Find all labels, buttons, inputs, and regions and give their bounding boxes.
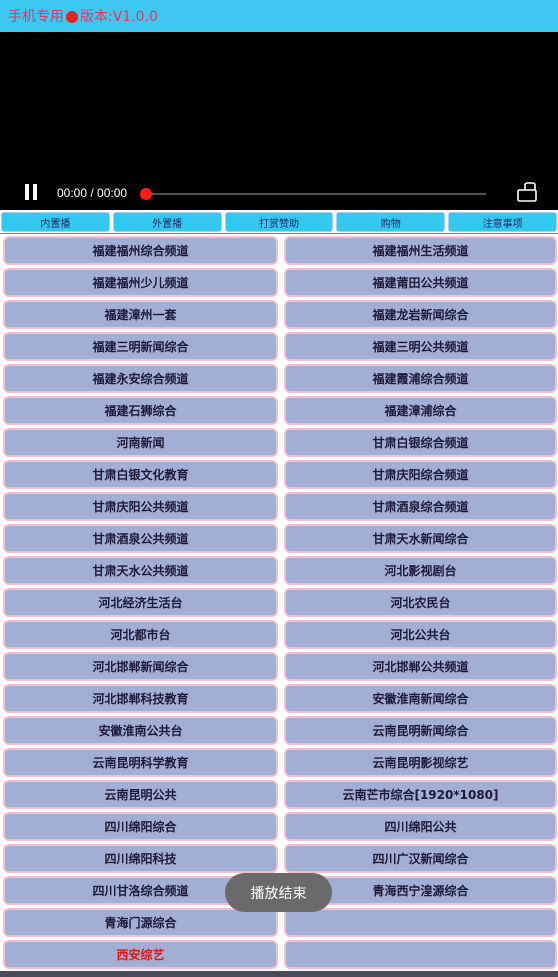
channel-button[interactable]: 福建龙岩新闻综合 <box>284 300 557 329</box>
channel-button[interactable]: 安徽淮南公共台 <box>3 716 278 745</box>
channel-button[interactable]: 甘肃白银综合频道 <box>284 428 557 457</box>
channel-button[interactable]: 云南昆明公共 <box>3 780 278 809</box>
channel-button[interactable]: 甘肃天水公共频道 <box>3 556 278 585</box>
channel-button[interactable]: 云南昆明科学教育 <box>3 748 278 777</box>
title-prefix: 手机专用 <box>8 9 64 25</box>
channel-button[interactable]: 四川绵阳科技 <box>3 844 278 873</box>
tomato-icon <box>66 11 78 23</box>
channel-button[interactable]: 福建三明公共频道 <box>284 332 557 361</box>
channel-button[interactable]: 西安综艺 <box>3 940 278 969</box>
channel-button[interactable]: 甘肃酒泉综合频道 <box>284 492 557 521</box>
channel-button[interactable]: 福建福州少儿频道 <box>3 268 278 297</box>
pause-icon[interactable] <box>24 184 38 200</box>
channel-button[interactable]: 安徽淮南新闻综合 <box>284 684 557 713</box>
tab-external-player[interactable]: 外置播 <box>112 212 222 232</box>
title-version: 版本:V1.0.0 <box>80 9 158 25</box>
rotate-screen-icon[interactable] <box>516 181 538 203</box>
channel-button[interactable] <box>284 940 557 969</box>
channel-button[interactable]: 甘肃酒泉公共频道 <box>3 524 278 553</box>
progress-track[interactable] <box>146 193 486 195</box>
channel-button[interactable]: 福建永安综合频道 <box>3 364 278 393</box>
channel-button[interactable]: 福建霞浦综合频道 <box>284 364 557 393</box>
channel-button[interactable]: 福建福州生活频道 <box>284 236 557 265</box>
channel-button[interactable]: 青海门源综合 <box>3 908 278 937</box>
channel-button[interactable]: 云南昆明影视综艺 <box>284 748 557 777</box>
channel-button[interactable] <box>284 908 557 937</box>
progress-knob[interactable] <box>140 188 152 200</box>
channel-grid: 福建福州综合频道 福建福州生活频道 福建福州少儿频道 福建莆田公共频道 福建漳州一套 福建… <box>0 236 558 969</box>
channel-button[interactable]: 福建石狮综合 <box>3 396 278 425</box>
channel-button[interactable]: 河南新闻 <box>3 428 278 457</box>
app-title: 手机专用 版本:V1.0.0 <box>0 6 158 26</box>
title-bar: 手机专用 版本:V1.0.0 <box>0 0 558 32</box>
channel-button[interactable]: 甘肃白银文化教育 <box>3 460 278 489</box>
divider <box>0 233 558 234</box>
channel-button[interactable]: 四川广汉新闻综合 <box>284 844 557 873</box>
tab-builtin-player[interactable]: 内置播 <box>1 212 110 232</box>
tab-shopping[interactable]: 购物 <box>336 212 446 232</box>
channel-button[interactable]: 河北影视剧台 <box>284 556 557 585</box>
toast-message: 播放结束 <box>225 873 332 912</box>
channel-button[interactable]: 云南昆明新闻综合 <box>284 716 557 745</box>
channel-button[interactable]: 河北都市台 <box>3 620 278 649</box>
video-player[interactable]: 00:00 / 00:00 <box>0 32 558 210</box>
channel-button[interactable]: 甘肃庆阳公共频道 <box>3 492 278 521</box>
channel-button[interactable]: 河北农民台 <box>284 588 557 617</box>
tab-notes[interactable]: 注意事项 <box>448 212 557 232</box>
channel-button[interactable]: 福建福州综合频道 <box>3 236 278 265</box>
channel-button[interactable]: 福建漳浦综合 <box>284 396 557 425</box>
channel-button[interactable]: 四川绵阳公共 <box>284 812 557 841</box>
channel-button[interactable]: 河北公共台 <box>284 620 557 649</box>
channel-button[interactable]: 河北邯郸新闻综合 <box>3 652 278 681</box>
channel-button[interactable]: 河北经济生活台 <box>3 588 278 617</box>
channel-button[interactable]: 福建莆田公共频道 <box>284 268 557 297</box>
channel-button[interactable]: 甘肃庆阳综合频道 <box>284 460 557 489</box>
tab-donate[interactable]: 打赏赞助 <box>224 212 334 232</box>
time-readout: 00:00 / 00:00 <box>57 186 128 200</box>
system-nav-bar <box>0 971 558 977</box>
channel-button[interactable]: 甘肃天水新闻综合 <box>284 524 557 553</box>
channel-button[interactable]: 河北邯郸公共频道 <box>284 652 557 681</box>
channel-button[interactable]: 河北邯郸科技教育 <box>3 684 278 713</box>
channel-button[interactable]: 四川绵阳综合 <box>3 812 278 841</box>
channel-button[interactable]: 福建三明新闻综合 <box>3 332 278 361</box>
tab-bar: 内置播 外置播 打赏赞助 购物 注意事项 <box>0 212 558 232</box>
channel-button[interactable]: 福建漳州一套 <box>3 300 278 329</box>
channel-button[interactable]: 云南芒市综合[1920*1080] <box>284 780 557 809</box>
